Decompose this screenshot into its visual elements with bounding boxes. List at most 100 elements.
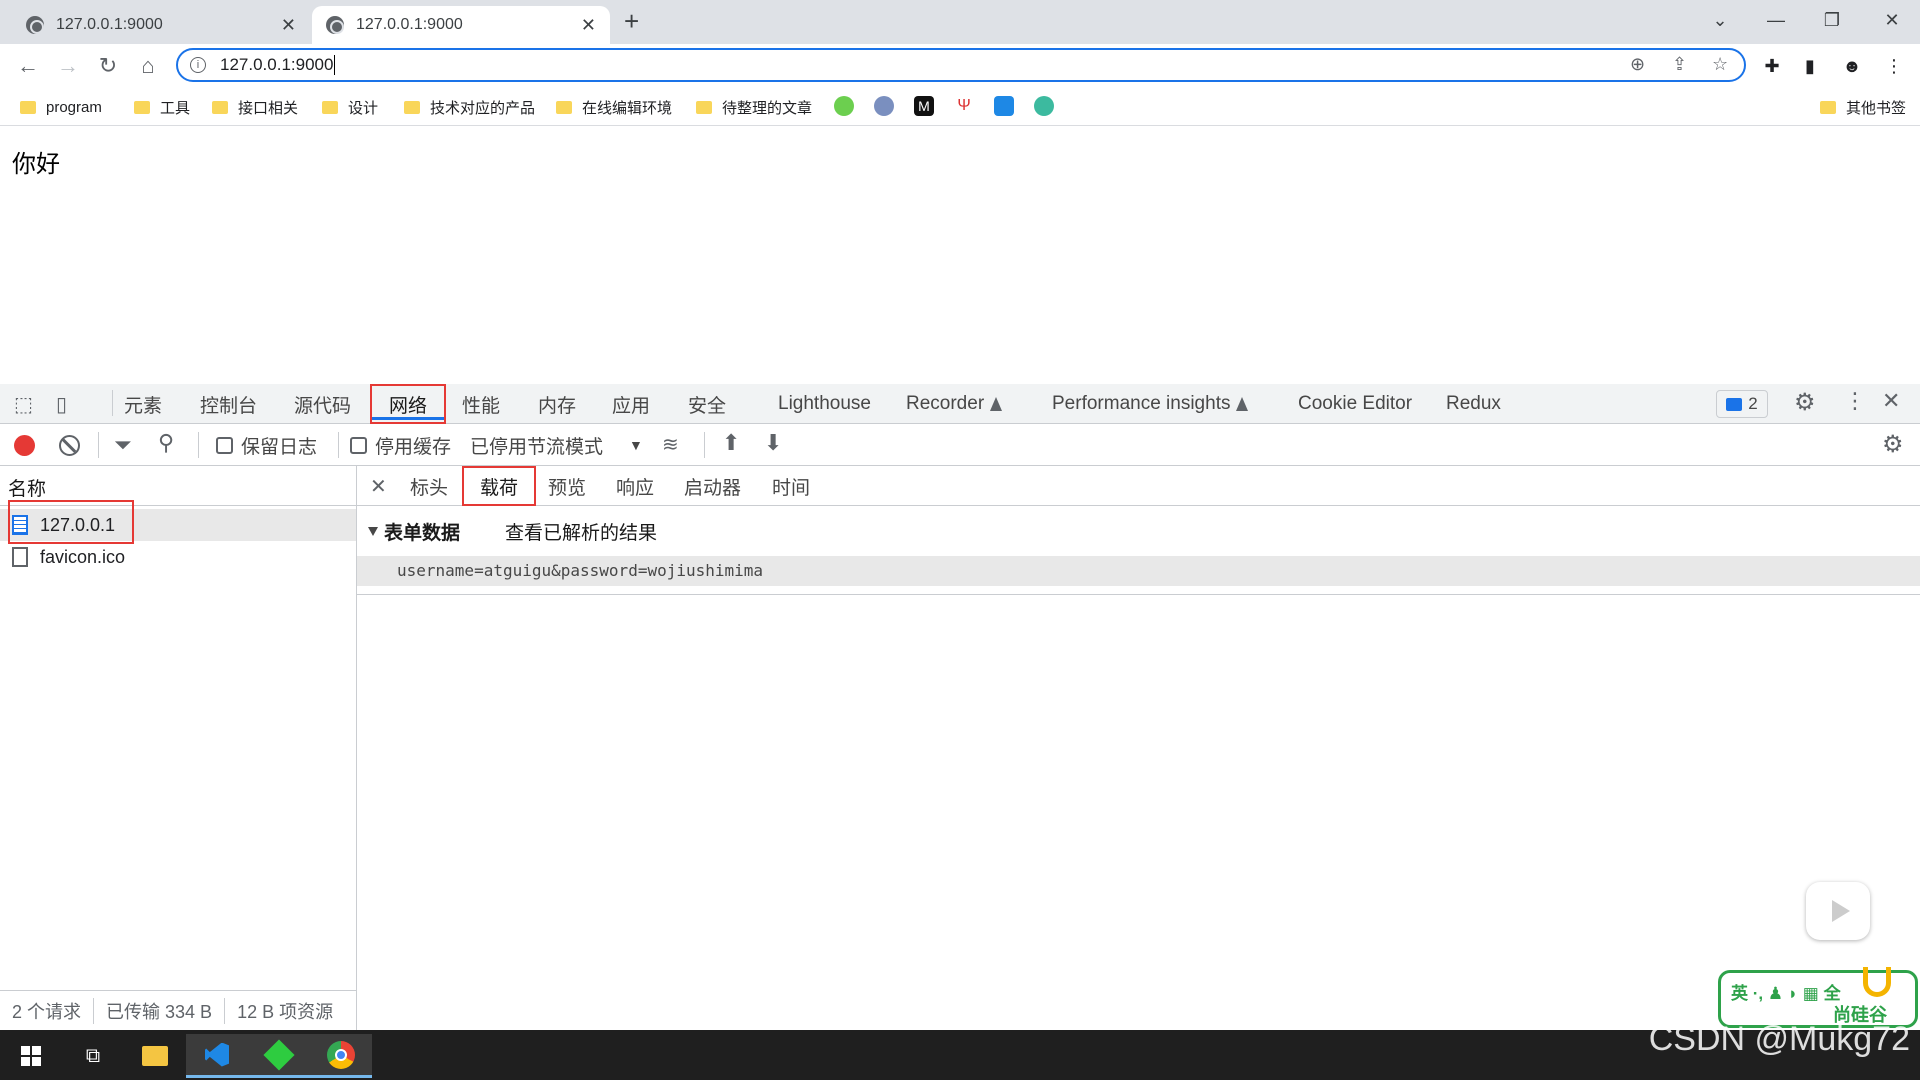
tab-elements[interactable]: 元素 [118,384,168,424]
close-devtools-icon[interactable]: ✕ [1882,388,1900,414]
forward-arrow-icon[interactable]: → [52,50,84,82]
windows-start-icon[interactable] [0,1034,62,1078]
bookmark-label: 其他书签 [1846,99,1907,117]
filter-icon[interactable]: ⏷ [114,432,132,458]
issues-count: 2 [1748,394,1758,413]
share-icon[interactable]: ⇪ [1672,54,1687,75]
address-bar[interactable]: i 127.0.0.1:9000 [176,48,1746,82]
m-bookmark-icon[interactable]: M [914,96,934,116]
divider [198,432,199,458]
zoom-icon[interactable]: ⊕ [1630,54,1645,75]
bookmark-folder[interactable]: 设计 [322,96,378,118]
tab-headers[interactable]: 标头 [396,466,462,506]
bookmark-folder[interactable]: 在线编辑环境 [556,96,672,118]
tab-sources[interactable]: 源代码 [288,384,357,424]
ime-status-text: 英 ·, ♟ ◗ ▦ 全 [1731,984,1841,1003]
dsm-bookmark-icon[interactable] [994,96,1014,116]
tab-console[interactable]: 控制台 [194,384,263,424]
close-tab-icon[interactable]: ✕ [281,15,296,36]
tab-label: Recorder [906,393,985,414]
chrome-icon[interactable] [310,1034,372,1078]
minimize-button[interactable]: — [1748,0,1804,40]
app-green-icon[interactable] [248,1034,310,1078]
folder-icon [696,100,712,114]
text-caret [334,55,336,75]
globe-bookmark-icon[interactable] [874,96,894,116]
bookmark-folder[interactable]: 技术对应的产品 [404,96,535,118]
site-info-icon[interactable]: i [190,57,206,73]
request-count: 2 个请求 [0,997,95,1024]
bookmark-star-icon[interactable]: ☆ [1712,54,1728,75]
other-bookmarks[interactable]: 其他书签 [1820,96,1906,118]
new-tab-button[interactable]: + [624,6,639,37]
checkbox[interactable] [350,436,367,454]
file-explorer-icon[interactable] [124,1034,186,1078]
browser-tab-1[interactable]: 127.0.0.1:9000 ✕ [12,6,310,44]
tab-security[interactable]: 安全 [682,384,732,424]
tab-recorder[interactable]: Recorder [900,384,1008,424]
tab-initiator[interactable]: 启动器 [670,466,755,506]
search-icon[interactable]: ⚲ [158,430,174,456]
back-arrow-icon[interactable]: ← [12,50,44,82]
close-tab-icon[interactable]: ✕ [581,15,596,36]
folder-icon [212,100,228,114]
import-har-icon[interactable]: ⬆ [722,430,740,456]
bookmark-folder[interactable]: 待整理的文章 [696,96,812,118]
bookmark-folder[interactable]: program [20,96,102,118]
avatar[interactable]: ☻ [1838,52,1866,80]
vscode-icon[interactable] [186,1034,248,1078]
green-leaf-bookmark-icon[interactable] [834,96,854,116]
network-settings-icon[interactable]: ⚙ [1882,430,1904,459]
preserve-log-checkbox[interactable]: 保留日志 [216,432,317,458]
extensions-icon[interactable]: ✚ [1758,52,1786,80]
checkbox[interactable] [216,436,233,454]
tab-lighthouse[interactable]: Lighthouse [772,384,877,424]
restore-button[interactable]: ❐ [1804,0,1860,40]
antenna-bookmark-icon[interactable]: Ψ [954,96,974,116]
browser-tab-2[interactable]: 127.0.0.1:9000 ✕ [312,6,610,44]
settings-gear-icon[interactable]: ⚙ [1794,388,1816,417]
tab-network[interactable]: 网络 [370,384,446,424]
inspect-element-icon[interactable]: ⬚ [14,392,33,417]
tab-timing[interactable]: 时间 [758,466,824,506]
tab-memory[interactable]: 内存 [532,384,582,424]
menu-kebab-icon[interactable]: ⋮ [1880,52,1908,80]
tab-preview[interactable]: 预览 [534,466,600,506]
tab-application[interactable]: 应用 [606,384,656,424]
request-row[interactable]: favicon.ico [0,541,356,573]
tab-title: 127.0.0.1:9000 [56,16,163,33]
devtools-menu-icon[interactable]: ⋮ [1844,388,1866,414]
close-detail-icon[interactable]: ✕ [370,474,387,499]
bookmark-folder[interactable]: 接口相关 [212,96,298,118]
close-window-button[interactable]: ✕ [1864,0,1920,40]
home-icon[interactable]: ⌂ [132,50,164,82]
throttle-select[interactable]: 已停用节流模式 ▼ [470,432,643,458]
video-play-icon[interactable] [1806,882,1870,940]
disable-cache-checkbox[interactable]: 停用缓存 [350,432,451,458]
tab-performance[interactable]: 性能 [456,384,506,424]
issues-counter[interactable]: 2 [1716,390,1768,418]
message-icon [1726,397,1743,411]
form-data-section-toggle[interactable]: 表单数据 [368,518,460,545]
clear-icon[interactable] [59,435,80,456]
bookmark-folder[interactable]: 工具 [134,96,190,118]
sidepanel-icon[interactable]: ▮ [1796,52,1824,80]
tab-redux[interactable]: Redux [1440,384,1507,424]
tab-cookie-editor[interactable]: Cookie Editor [1292,384,1418,424]
tab-response[interactable]: 响应 [602,466,668,506]
export-har-icon[interactable]: ⬇ [764,430,782,456]
form-data-raw: username=atguigu&password=wojiushimima [357,556,1920,586]
reload-icon[interactable]: ↻ [92,50,124,82]
openai-bookmark-icon[interactable] [1034,96,1054,116]
tab-search-icon[interactable]: ⌄ [1692,0,1748,40]
network-conditions-icon[interactable]: ≋ [662,432,679,457]
view-parsed-link[interactable]: 查看已解析的结果 [505,518,657,545]
bookmark-label: 工具 [160,99,191,117]
task-view-icon[interactable]: ⧉ [62,1034,124,1078]
tab-payload[interactable]: 载荷 [462,466,536,506]
tab-performance-insights[interactable]: Performance insights [1046,384,1254,424]
device-toolbar-icon[interactable]: ▯ [56,392,67,417]
tab-label: Performance insights [1052,393,1231,414]
record-icon[interactable] [14,435,35,456]
csdn-watermark: CSDN @Mukg72 [1648,1020,1910,1058]
